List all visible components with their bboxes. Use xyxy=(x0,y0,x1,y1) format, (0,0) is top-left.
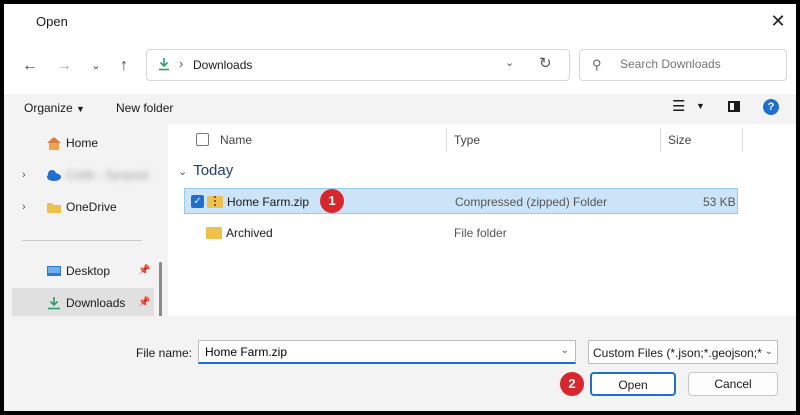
sidebar-item-label: Cobb - Synpost xyxy=(66,168,149,182)
file-name-label: File name: xyxy=(136,346,193,360)
search-icon: ⚲ xyxy=(592,57,602,72)
command-bar: Organize ▼ New folder ☰ ▼ ? xyxy=(4,94,796,124)
arrow-left-icon[interactable]: ← xyxy=(18,54,42,78)
row-checkbox[interactable]: ✓ xyxy=(191,195,204,208)
cancel-button[interactable]: Cancel xyxy=(688,372,778,396)
select-all-checkbox[interactable] xyxy=(196,133,209,146)
step-badge: 1 xyxy=(320,189,344,213)
new-folder-button[interactable]: New folder xyxy=(116,101,173,115)
file-size: 53 KB xyxy=(703,195,736,209)
group-label: Today xyxy=(193,162,234,179)
column-header-size[interactable]: Size xyxy=(668,124,691,156)
column-divider[interactable] xyxy=(660,128,661,152)
chevron-right-icon[interactable]: › xyxy=(22,160,26,190)
download-icon xyxy=(159,58,169,71)
group-header-today[interactable]: ⌄ Today xyxy=(178,162,233,179)
sidebar-item-home[interactable]: Home xyxy=(12,128,154,158)
folder-icon xyxy=(206,227,222,239)
sidebar-item-desktop[interactable]: Desktop 📌 xyxy=(12,256,154,286)
arrow-right-icon[interactable]: → xyxy=(52,54,76,78)
caret-down-icon[interactable]: ▼ xyxy=(696,101,705,111)
pin-icon[interactable]: 📌 xyxy=(138,256,150,286)
column-header-name[interactable]: Name xyxy=(220,124,252,156)
caret-down-icon: ▼ xyxy=(76,104,85,114)
sidebar-item-label: Desktop xyxy=(66,264,111,278)
title-bar: Open ✕ xyxy=(4,4,796,38)
sidebar-item-downloads[interactable]: Downloads 📌 xyxy=(12,288,154,318)
desktop-icon xyxy=(47,266,61,276)
sidebar-item-cloud[interactable]: › Cobb - Synpost xyxy=(12,160,154,190)
sidebar-item-label: OneDrive xyxy=(66,200,117,214)
column-divider[interactable] xyxy=(446,128,447,152)
zip-folder-icon xyxy=(207,196,223,208)
organize-label: Organize xyxy=(24,101,73,115)
cloud-icon xyxy=(47,170,61,181)
address-bar[interactable]: › Downloads ⌄ ↻ xyxy=(146,49,570,81)
open-file-dialog: Open ✕ ← → ⌄ ↑ › Downloads ⌄ ↻ ⚲ Organiz… xyxy=(4,4,796,411)
file-type: Compressed (zipped) Folder xyxy=(455,195,608,209)
breadcrumb-downloads[interactable]: Downloads xyxy=(193,58,252,72)
search-box[interactable]: ⚲ xyxy=(579,49,787,81)
file-type: File folder xyxy=(454,226,507,240)
navigation-bar: ← → ⌄ ↑ › Downloads ⌄ ↻ ⚲ xyxy=(4,38,796,94)
chevron-down-icon: ⌄ xyxy=(178,166,188,178)
preview-pane-icon[interactable] xyxy=(728,101,740,112)
folder-icon xyxy=(47,203,61,213)
sidebar-item-onedrive[interactable]: › OneDrive xyxy=(12,192,154,222)
search-input[interactable] xyxy=(618,56,782,72)
refresh-icon[interactable]: ↻ xyxy=(539,54,552,72)
sidebar-item-label: Home xyxy=(66,136,99,150)
chevron-down-icon[interactable]: ⌄ xyxy=(561,345,569,356)
window-title: Open xyxy=(36,14,68,29)
arrow-up-icon[interactable]: ↑ xyxy=(112,54,136,78)
chevron-down-icon[interactable]: ⌄ xyxy=(762,346,773,357)
help-icon[interactable]: ? xyxy=(763,99,779,115)
file-type-filter[interactable]: Custom Files (*.json;*.geojson;* ⌄ xyxy=(588,340,778,364)
navigation-pane: Home › Cobb - Synpost › OneDrive Desktop… xyxy=(8,124,162,332)
table-row[interactable]: ✓ Home Farm.zip Compressed (zipped) Fold… xyxy=(184,188,738,214)
table-row[interactable]: Archived File folder xyxy=(184,220,738,246)
file-list: Name Type Size ⌄ Today ✓ Home Farm.zip Co… xyxy=(168,124,796,316)
file-name: Home Farm.zip xyxy=(227,195,310,209)
column-header-type[interactable]: Type xyxy=(454,124,480,156)
home-icon xyxy=(47,137,61,150)
chevron-down-icon[interactable]: ⌄ xyxy=(84,54,108,78)
sidebar-divider xyxy=(22,240,142,241)
file-name-combobox[interactable]: ⌄ xyxy=(198,340,576,364)
chevron-right-icon: › xyxy=(179,56,184,71)
column-divider[interactable] xyxy=(742,128,743,152)
chevron-right-icon[interactable]: › xyxy=(22,192,26,222)
view-list-icon[interactable]: ☰ xyxy=(672,97,685,115)
close-icon[interactable]: ✕ xyxy=(764,8,792,34)
file-name: Archived xyxy=(226,226,273,240)
open-button[interactable]: Open xyxy=(590,372,676,396)
step-badge: 2 xyxy=(560,372,584,396)
sidebar-item-label: Downloads xyxy=(66,296,126,310)
organize-button[interactable]: Organize ▼ xyxy=(24,101,85,115)
chevron-down-icon[interactable]: ⌄ xyxy=(505,56,514,69)
download-icon xyxy=(48,297,60,310)
bottom-bar: File name: ⌄ Custom Files (*.json;*.geoj… xyxy=(4,316,796,411)
file-name-field[interactable] xyxy=(203,344,547,360)
pin-icon[interactable]: 📌 xyxy=(138,288,150,318)
filter-value: Custom Files (*.json;*.geojson;* xyxy=(593,346,762,360)
